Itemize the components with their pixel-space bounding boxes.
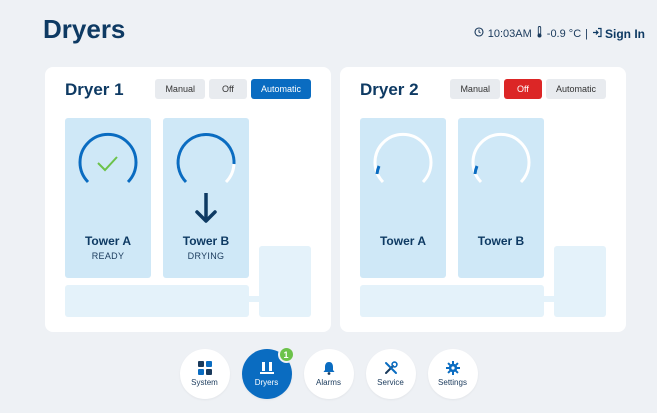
mode-off-button[interactable]: Off (503, 79, 542, 99)
nav-alarms-button[interactable]: Alarms (303, 349, 354, 399)
gauge-icon (373, 132, 433, 184)
base-manifold (360, 285, 544, 317)
manifold-connector (249, 296, 259, 302)
mode-automatic-button[interactable]: Automatic (250, 79, 311, 99)
nav-settings-button[interactable]: Settings (427, 349, 478, 399)
tower-name: Tower A (84, 234, 131, 248)
page-title: Dryers (43, 14, 126, 44)
tower-a-tile[interactable]: Tower A (360, 118, 446, 278)
nav-system-button[interactable]: System (179, 349, 230, 399)
time-display: 10:03AM (487, 27, 532, 40)
gauge-icon (471, 132, 531, 184)
tower-name: Tower B (477, 234, 525, 248)
tower-a-tile[interactable]: Tower A READY (65, 118, 151, 278)
nav-dryers-button[interactable]: Dryers 1 (241, 346, 295, 399)
dryer-2-card: Dryer 2 Manual Off Automatic Tower A Tow… (340, 67, 626, 332)
tools-icon (384, 361, 398, 374)
bell-icon (323, 362, 334, 375)
nav-label: Dryers (254, 378, 279, 387)
thermometer-icon (536, 26, 543, 41)
clock-icon (474, 27, 484, 40)
nav-label: Alarms (316, 378, 341, 387)
nav-label: Settings (438, 378, 467, 387)
status-separator: | (585, 27, 588, 40)
tower-b-tile[interactable]: Tower B DRYING (163, 118, 249, 278)
side-vessel (259, 246, 311, 317)
mode-selector: Manual Off Automatic (155, 79, 311, 99)
mode-automatic-button[interactable]: Automatic (545, 79, 606, 99)
sign-in-button[interactable]: Sign In (592, 27, 645, 41)
nav-service-button[interactable]: Service (365, 349, 416, 399)
dryers-icon (259, 362, 274, 374)
mode-selector: Manual Off Automatic (450, 79, 606, 99)
tower-status: READY (91, 251, 125, 261)
tower-name: Tower A (379, 234, 426, 248)
notification-badge: 1 (277, 346, 295, 363)
status-bar: 10:03AM -0.9 °C | Sign In (474, 26, 645, 41)
mode-manual-button[interactable]: Manual (450, 79, 500, 99)
temperature-display: -0.9 °C (546, 27, 582, 40)
mode-manual-button[interactable]: Manual (155, 79, 205, 99)
gauge-icon (78, 132, 138, 184)
manifold-connector (544, 296, 554, 302)
tower-status: DRYING (187, 251, 225, 261)
tower-b-tile[interactable]: Tower B (458, 118, 544, 278)
dryer-1-card: Dryer 1 Manual Off Automatic Tower A REA… (45, 67, 331, 332)
tower-name: Tower B (182, 234, 230, 248)
nav-label: Service (377, 378, 404, 387)
sign-in-icon (592, 27, 603, 41)
arrow-down-icon (195, 193, 217, 223)
dryer-title: Dryer 2 (360, 80, 419, 99)
nav-label: System (191, 378, 218, 387)
sign-in-label: Sign In (605, 26, 645, 41)
bottom-nav: System Dryers 1 Alarms Service Settings (0, 346, 657, 399)
mode-off-button[interactable]: Off (208, 79, 247, 99)
grid-icon (197, 361, 212, 375)
base-manifold (65, 285, 249, 317)
check-icon (97, 156, 118, 172)
dryer-title: Dryer 1 (65, 80, 124, 99)
gauge-icon (176, 132, 236, 184)
side-vessel (554, 246, 606, 317)
gear-icon (445, 361, 460, 375)
